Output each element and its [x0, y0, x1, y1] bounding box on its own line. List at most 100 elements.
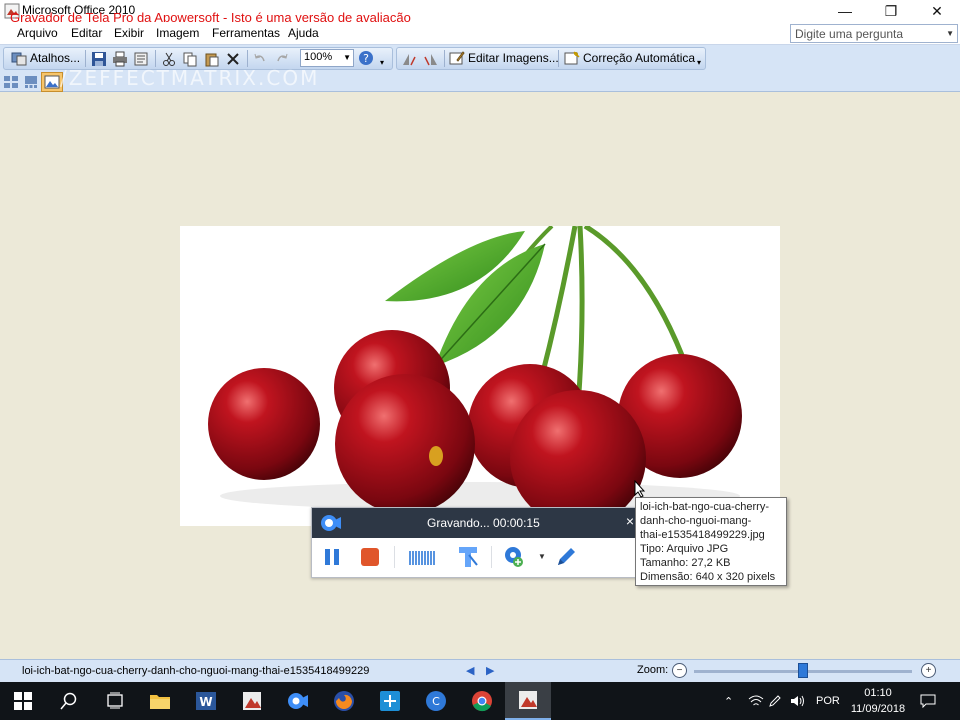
rotate-left-icon[interactable]: [401, 51, 417, 67]
search-button[interactable]: [46, 682, 92, 720]
zoom-label: Zoom:: [637, 664, 669, 676]
pen-icon[interactable]: [768, 682, 782, 720]
toolbar-separator: [247, 50, 248, 67]
clock[interactable]: 01:10 11/09/2018: [848, 685, 908, 717]
mouse-cursor-icon: [634, 480, 646, 498]
folder-icon: [150, 695, 170, 709]
chrome-icon: [472, 691, 492, 712]
thumbnail-view-icon[interactable]: [3, 74, 19, 90]
toolbox-button[interactable]: [456, 545, 480, 569]
toolbar-overflow-icon[interactable]: ▾: [380, 58, 384, 67]
chevron-down-icon: ▼: [946, 29, 954, 38]
show-hidden-icons[interactable]: ⌃: [724, 682, 733, 720]
taskbar-cclean[interactable]: C: [413, 682, 459, 720]
filmstrip-view-icon[interactable]: [23, 74, 39, 90]
menu-editar[interactable]: Editar: [71, 26, 102, 40]
stop-icon: [361, 548, 379, 566]
minimize-button[interactable]: —: [822, 0, 868, 22]
tooltip-filename-line: loi-ich-bat-ngo-cua-cherry-: [640, 501, 769, 513]
paste-icon[interactable]: [204, 51, 220, 67]
task-view-button[interactable]: [92, 682, 138, 720]
ask-question-placeholder: Digite uma pergunta: [795, 27, 904, 41]
pen-workspace-icon: [769, 695, 781, 707]
windows-taskbar: W C ⌃ POR 01:10 11/09/2018: [0, 682, 960, 720]
task-view-icon: [107, 692, 123, 709]
svg-text:?: ?: [363, 52, 369, 65]
close-button[interactable]: ✕: [914, 0, 960, 22]
clock-time: 01:10: [864, 687, 892, 699]
network-icon[interactable]: [748, 682, 764, 720]
chevron-down-icon[interactable]: ▼: [538, 552, 546, 561]
tooltip-dimensions: Dimensão: 640 x 320 pixels: [640, 571, 776, 583]
print-icon[interactable]: [112, 51, 128, 67]
search-icon: [60, 692, 77, 710]
menu-ajuda[interactable]: Ajuda: [288, 26, 319, 40]
toolbar-separator: [85, 50, 86, 67]
taskbar-chrome[interactable]: [459, 682, 505, 720]
webcam-add-button[interactable]: [502, 545, 526, 569]
menu-ferramentas[interactable]: Ferramentas: [212, 26, 280, 40]
delete-icon[interactable]: [225, 51, 241, 67]
webcam-add-icon: [505, 547, 523, 567]
zoom-out-icon[interactable]: −: [672, 663, 687, 678]
language-label: POR: [816, 695, 840, 707]
menu-exibir[interactable]: Exibir: [114, 26, 144, 40]
volume-icon[interactable]: [790, 682, 806, 720]
shortcuts-icon: [11, 52, 27, 66]
rotate-right-icon[interactable]: [423, 51, 439, 67]
tooltip-file-size: Tamanho: 27,2 KB: [640, 557, 731, 569]
taskbar-picture-manager-active[interactable]: [505, 682, 551, 720]
toolbar-overflow-icon[interactable]: ▾: [697, 58, 701, 67]
menu-arquivo[interactable]: Arquivo: [17, 26, 58, 40]
picture-manager-icon: [519, 691, 537, 709]
save-icon[interactable]: [91, 51, 107, 67]
single-picture-view-icon: [44, 75, 60, 89]
shortcuts-button[interactable]: Atalhos...: [11, 49, 80, 67]
language-indicator[interactable]: POR: [816, 682, 840, 720]
email-icon[interactable]: [133, 51, 149, 67]
previous-image-icon[interactable]: ◀: [466, 664, 474, 677]
restore-button[interactable]: ❐: [868, 0, 914, 22]
help-icon[interactable]: ?: [358, 50, 374, 66]
tooltip-filename-line: danh-cho-nguoi-mang-: [640, 515, 752, 527]
stop-button[interactable]: [358, 545, 382, 569]
menu-imagem[interactable]: Imagem: [156, 26, 199, 40]
ask-question-box[interactable]: Digite uma pergunta ▼: [790, 24, 958, 43]
edit-images-button[interactable]: Editar Imagens...: [449, 49, 559, 67]
cherry-photo: [180, 226, 780, 526]
wifi-icon: [748, 695, 764, 706]
taskbar-file-explorer[interactable]: [137, 682, 183, 720]
copy-icon[interactable]: [182, 51, 198, 67]
zoom-slider-thumb[interactable]: [798, 663, 808, 678]
redo-icon[interactable]: [274, 51, 290, 67]
cherries-image: [208, 226, 742, 526]
picture-manager-icon: [243, 692, 261, 710]
notifications-button[interactable]: [920, 682, 936, 720]
c-app-icon: C: [426, 691, 446, 711]
status-bar: loi-ich-bat-ngo-cua-cherry-danh-cho-nguo…: [0, 659, 960, 682]
audio-levels-button[interactable]: [408, 545, 438, 569]
cut-icon[interactable]: [161, 51, 177, 67]
taskbar-app-blue[interactable]: [367, 682, 413, 720]
minimize-icon: —: [838, 3, 852, 19]
recorder-header: Gravando... 00:00:15 ×: [312, 508, 640, 538]
zoom-value: 100%: [304, 51, 333, 63]
taskbar-firefox[interactable]: [321, 682, 367, 720]
taskbar-picture-manager[interactable]: [229, 682, 275, 720]
annotate-button[interactable]: [554, 545, 578, 569]
toolbox-icon: [459, 547, 478, 567]
camera-icon: [288, 693, 308, 709]
taskbar-word[interactable]: W: [183, 682, 229, 720]
zoom-in-icon[interactable]: +: [921, 663, 936, 678]
taskbar-recorder[interactable]: [275, 682, 321, 720]
screen-recorder-panel: Gravando... 00:00:15 × ▼: [311, 507, 641, 578]
zoom-combo[interactable]: 100% ▼: [300, 49, 354, 67]
auto-correct-button[interactable]: Correção Automática: [564, 49, 695, 67]
recorder-close-icon[interactable]: ×: [626, 513, 634, 529]
recording-status: Gravando... 00:00:15: [427, 516, 540, 530]
toolbar-separator: [558, 50, 559, 67]
next-image-icon[interactable]: ▶: [486, 664, 494, 677]
start-button[interactable]: [0, 682, 46, 720]
undo-icon[interactable]: [252, 51, 268, 67]
pause-button[interactable]: [320, 545, 344, 569]
